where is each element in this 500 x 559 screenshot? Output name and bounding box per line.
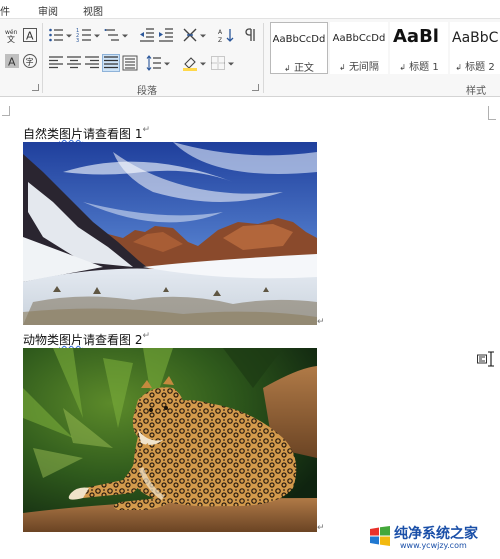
style-heading-1[interactable]: AaBl ↲ 标题 1 [390, 22, 448, 74]
justify-icon[interactable] [102, 54, 120, 72]
jaguar-image[interactable] [23, 348, 317, 532]
bullets-icon[interactable] [48, 27, 64, 43]
spelling-squiggle: 图片 [59, 333, 84, 347]
paragraph-1[interactable]: 自然类图片请查看图 1 ↵ [23, 125, 150, 142]
para2-text: 动物类图片请查看图 2 [23, 333, 143, 347]
paragraph-mark: ↵ [142, 331, 151, 341]
paragraph-mark: ↵ [142, 125, 151, 135]
landscape-image[interactable] [23, 142, 317, 325]
show-marks-icon[interactable] [244, 27, 260, 43]
paragraph-group-launcher-icon[interactable] [252, 84, 259, 91]
style-normal[interactable]: AaBbCcDd ↲ 正文 [270, 22, 328, 74]
style-sample: AaBbCcDd [272, 34, 326, 45]
menu-bar: 件 审阅 视图 [0, 0, 500, 19]
paragraph-mark: ↵ [317, 523, 325, 533]
style-sample: AaBbC [452, 30, 499, 46]
sort-icon[interactable]: AZ [218, 27, 234, 43]
multilevel-dropdown-icon[interactable] [122, 33, 128, 39]
menu-mailings[interactable]: 件 [0, 3, 10, 18]
shading-dropdown-icon[interactable] [200, 61, 206, 67]
style-no-spacing[interactable]: AaBbCcDd ↲ 无间隔 [330, 22, 388, 74]
style-name: ↲ 无间隔 [339, 62, 379, 73]
paragraph-2[interactable]: 动物类图片请查看图 2 ↵ [23, 331, 150, 348]
watermark-title: 纯净系统之家 [394, 526, 478, 542]
borders-icon[interactable] [210, 55, 226, 71]
decrease-indent-icon[interactable] [139, 27, 155, 43]
borders-dropdown-icon[interactable] [228, 61, 234, 67]
align-right-icon[interactable] [84, 55, 100, 71]
paragraph-mark: ↵ [317, 317, 325, 327]
line-spacing-dropdown-icon[interactable] [164, 61, 170, 67]
multilevel-list-icon[interactable] [104, 27, 120, 43]
ribbon: wén 文 A A 字 123 AZ 段落 AaBbCcDd ↲ 正文 AaBb… [0, 19, 500, 97]
spelling-squiggle: 图片 [59, 127, 84, 141]
svg-text:文: 文 [7, 34, 15, 43]
style-heading-2[interactable]: AaBbC ↲ 标题 2 [450, 22, 500, 74]
style-sample: AaBl [393, 26, 439, 47]
watermark-url: www.ycwjzy.com [400, 541, 467, 550]
svg-text:Z: Z [218, 37, 222, 43]
styles-gallery: AaBbCcDd ↲ 正文 AaBbCcDd ↲ 无间隔 AaBl ↲ 标题 1… [267, 22, 500, 77]
para1-text: 自然类图片请查看图 1 [23, 127, 143, 141]
character-shading-icon[interactable]: A [4, 53, 20, 69]
svg-text:3: 3 [76, 38, 79, 43]
style-name: ↲ 正文 [284, 63, 314, 74]
margin-corner-marker [2, 106, 10, 116]
phonetic-guide-icon[interactable]: wén 文 [4, 27, 20, 43]
svg-text:字: 字 [26, 57, 34, 67]
chinese-layout-icon[interactable] [182, 27, 198, 43]
font-group-launcher-icon[interactable] [32, 84, 39, 91]
menu-review[interactable]: 审阅 [38, 3, 58, 18]
site-watermark: 纯净系统之家 www.ycwjzy.com [368, 522, 494, 554]
bullets-dropdown-icon[interactable] [66, 33, 72, 39]
layout-options-icon[interactable] [477, 354, 487, 364]
numbering-dropdown-icon[interactable] [94, 33, 100, 39]
ribbon-separator [42, 23, 43, 93]
style-name: ↲ 标题 1 [399, 62, 439, 73]
numbering-icon[interactable]: 123 [76, 27, 92, 43]
document-page[interactable]: 自然类图片请查看图 1 ↵ ↵ 动物类图片请查看图 2 ↵ ↵ [0, 98, 500, 559]
svg-text:A: A [218, 29, 223, 36]
windows-logo-icon [368, 524, 392, 548]
text-cursor-icon [487, 351, 495, 367]
svg-text:A: A [8, 56, 16, 69]
increase-indent-icon[interactable] [158, 27, 174, 43]
enclose-characters-icon[interactable]: 字 [22, 53, 38, 69]
align-left-icon[interactable] [48, 55, 64, 71]
distributed-icon[interactable] [122, 55, 138, 71]
line-spacing-icon[interactable] [146, 55, 162, 71]
style-sample: AaBbCcDd [332, 33, 386, 44]
menu-view[interactable]: 视图 [83, 3, 103, 18]
character-border-icon[interactable]: A [22, 27, 38, 43]
ribbon-separator [263, 23, 264, 93]
paragraph-group-label: 段落 [137, 86, 157, 97]
chinese-layout-dropdown-icon[interactable] [200, 33, 206, 39]
svg-text:A: A [26, 30, 34, 43]
styles-group-label: 样式 [466, 86, 486, 97]
align-center-icon[interactable] [66, 55, 82, 71]
shading-icon[interactable] [182, 55, 198, 71]
style-name: ↲ 标题 2 [455, 62, 495, 73]
margin-corner-marker [488, 106, 496, 120]
